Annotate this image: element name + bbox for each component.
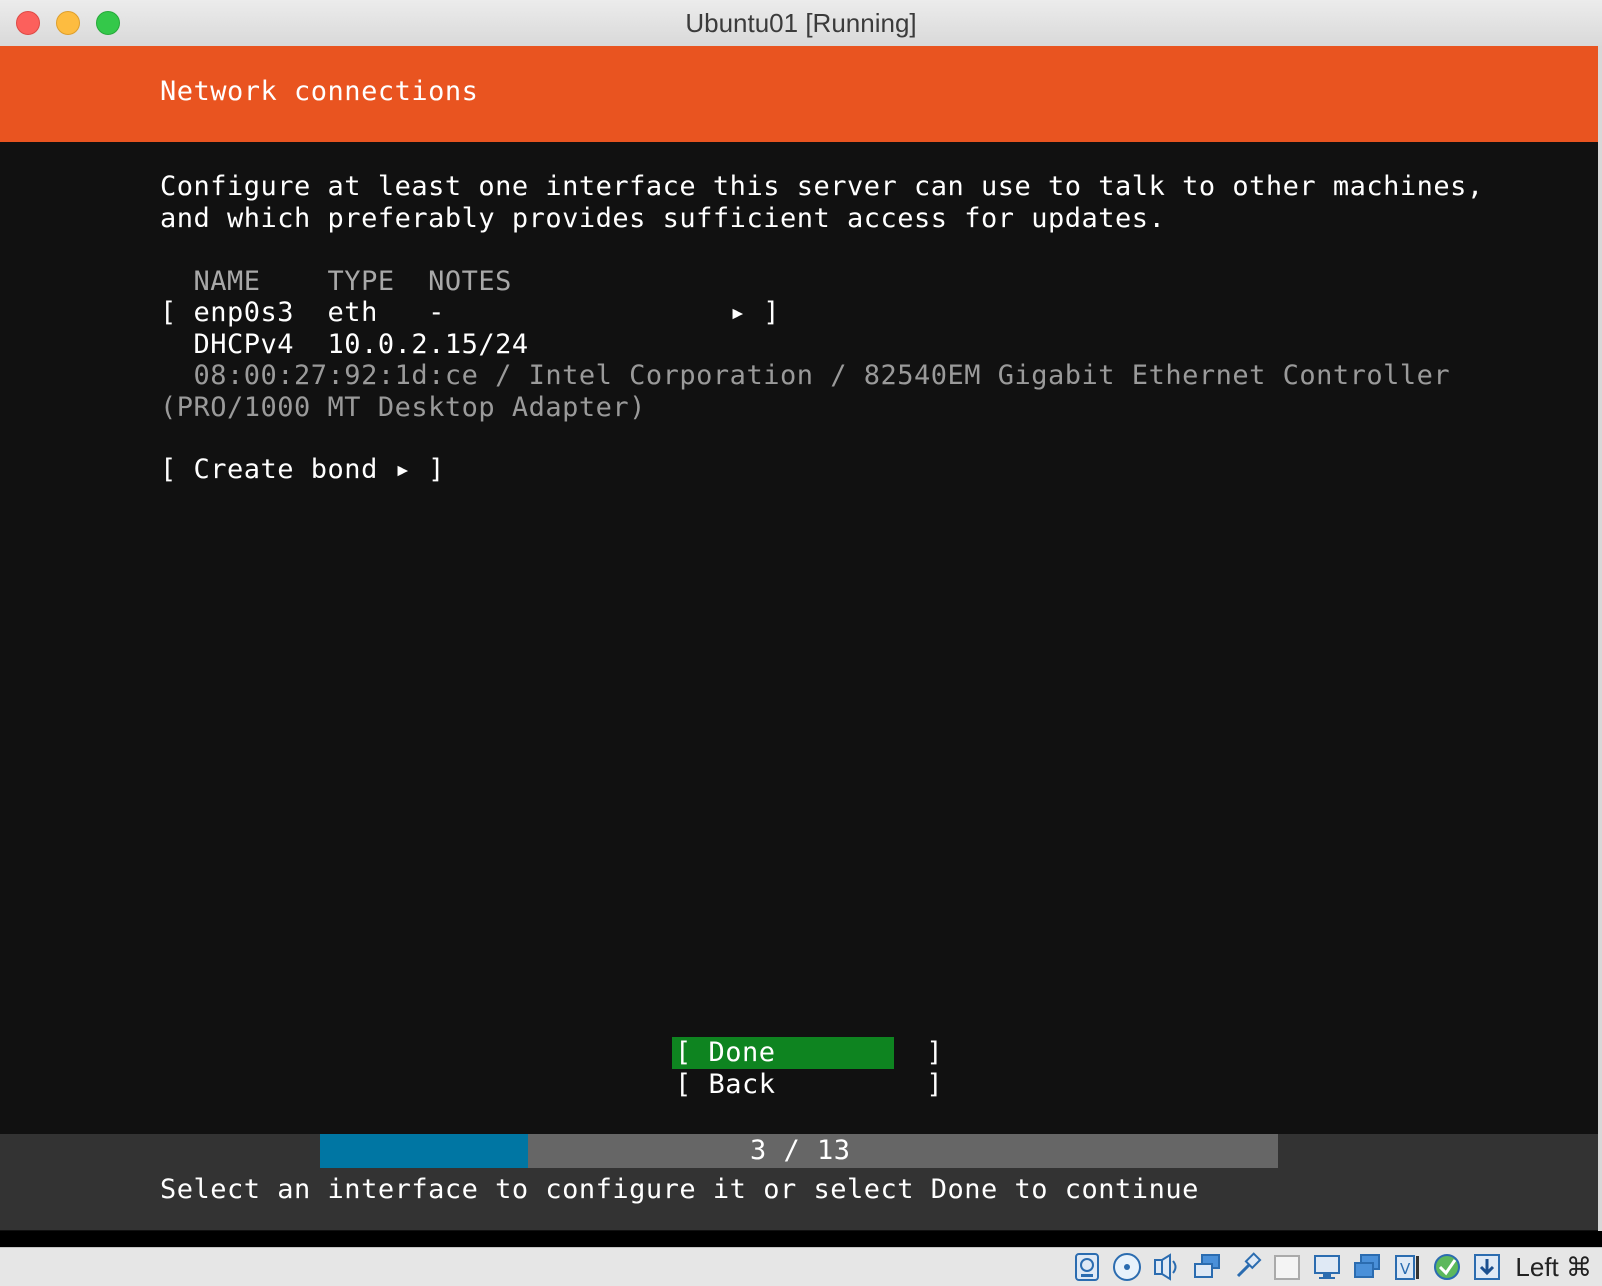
description-line-1: Configure at least one interface this se… [160,171,1484,202]
page-title: Network connections [160,76,479,107]
interface-hardware-info: 08:00:27:92:1d:ce / Intel Corporation / … [160,360,1451,391]
screen-edge [1598,46,1602,1231]
audio-icon[interactable] [1151,1251,1183,1283]
vm-window: Ubuntu01 [Running] Network connections C… [0,0,1602,1286]
progress-text: 3 / 13 [750,1135,851,1166]
vm-screen[interactable]: Network connections Configure at least o… [0,46,1598,1231]
hard-disk-icon[interactable] [1071,1251,1103,1283]
interface-table-header: NAME TYPE NOTES [160,266,512,297]
svg-text:V: V [1400,1260,1411,1278]
interface-dhcp-info: DHCPv4 10.0.2.15/24 [160,329,529,360]
screen-icon[interactable] [1351,1251,1383,1283]
display-icon[interactable] [1311,1251,1343,1283]
screen-bottom-border [0,1231,1602,1247]
footer-hint: Select an interface to configure it or s… [160,1174,1199,1205]
create-bond-button[interactable]: [ Create bond ▸ ] [160,454,445,486]
usb-icon[interactable] [1231,1251,1263,1283]
host-key-label: Left ⌘ [1515,1251,1592,1282]
done-button[interactable]: [ Done ] [675,1037,943,1069]
back-button[interactable]: [ Back ] [675,1069,943,1101]
interface-hardware-info-cont: (PRO/1000 MT Desktop Adapter) [160,392,646,423]
window-title: Ubuntu01 [Running] [685,8,917,38]
shared-folder-icon[interactable] [1271,1251,1303,1283]
interface-row-enp0s3[interactable]: [ enp0s3 eth - ▸ ] [160,297,780,329]
progress-fill [320,1134,528,1168]
optical-disc-icon[interactable] [1111,1251,1143,1283]
network-icon[interactable] [1191,1251,1223,1283]
download-icon[interactable] [1471,1251,1503,1283]
title-bar: Ubuntu01 [Running] [0,0,1602,47]
video-capture-icon[interactable]: V [1391,1251,1423,1283]
cpu-virtualization-icon[interactable] [1431,1251,1463,1283]
description-line-2: and which preferably provides sufficient… [160,203,1166,234]
vm-status-bar: V Left ⌘ [0,1247,1602,1286]
